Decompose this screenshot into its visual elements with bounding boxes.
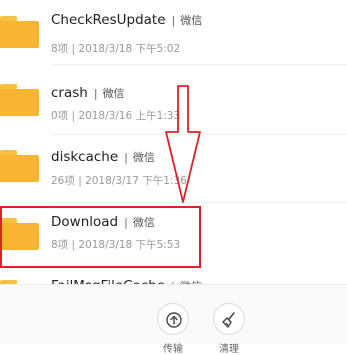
file-meta: 8项 | 2018/3/18 下午5:02 <box>51 43 181 55</box>
file-name: diskcache <box>51 149 119 165</box>
separator: | <box>171 14 176 27</box>
file-row-diskcache[interactable]: diskcache | 微信 26项 | 2018/3/17 下午1:36 <box>0 137 347 203</box>
clean-button[interactable] <box>213 303 245 335</box>
transfer-icon <box>166 312 182 328</box>
transfer-button[interactable] <box>157 303 189 335</box>
clean-brush-icon <box>222 312 235 328</box>
file-name: CheckResUpdate <box>51 12 166 28</box>
folder-icon <box>0 84 39 116</box>
file-meta: 0项 | 2018/3/16 上午1:33 <box>51 110 181 122</box>
divider <box>51 134 347 135</box>
file-row-checkresupdate[interactable]: CheckResUpdate | 微信 8项 | 2018/3/18 下午5:02 <box>0 0 347 65</box>
file-row-crash[interactable]: crash | 微信 0项 | 2018/3/16 上午1:33 <box>0 70 347 135</box>
file-source: 微信 <box>102 87 125 100</box>
bottom-action-bar: 传输 清理 <box>0 284 347 355</box>
folder-icon <box>0 16 39 48</box>
file-source: 微信 <box>180 14 203 27</box>
clean-label[interactable]: 清理 <box>209 340 249 355</box>
separator: | <box>93 87 98 100</box>
file-source: 微信 <box>132 151 155 164</box>
divider <box>51 64 347 65</box>
transfer-label[interactable]: 传输 <box>153 340 193 355</box>
file-name: crash <box>51 85 88 101</box>
highlight-box <box>0 206 201 268</box>
file-meta: 26项 | 2018/3/17 下午1:36 <box>51 175 187 187</box>
folder-icon <box>0 150 39 182</box>
divider <box>51 202 347 203</box>
separator: | <box>124 151 128 164</box>
